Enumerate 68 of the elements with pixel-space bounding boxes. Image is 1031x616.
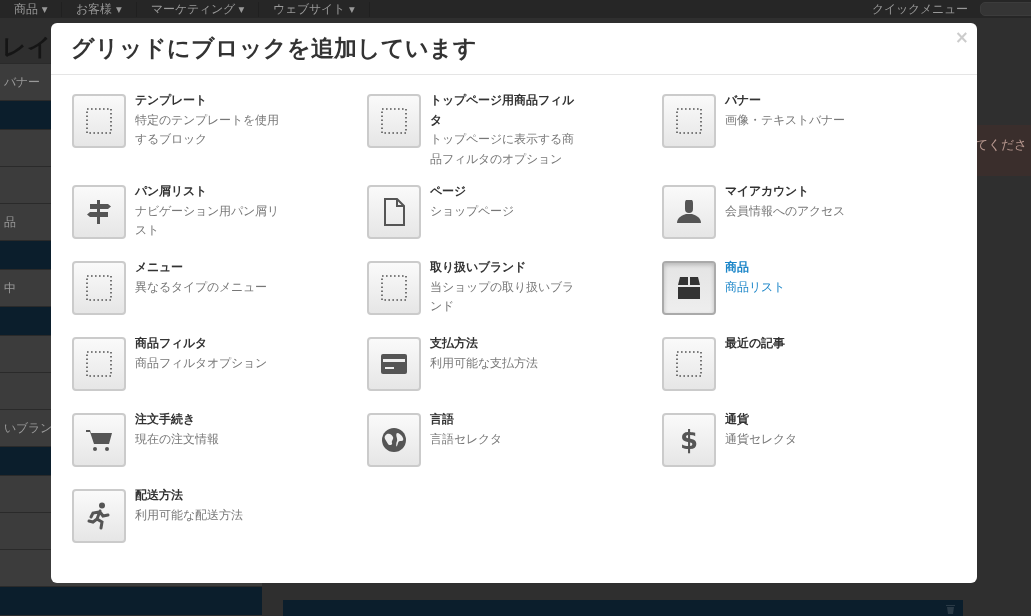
block-description: 異なるタイプのメニュー — [135, 278, 268, 296]
block-title: 支払方法 — [430, 335, 479, 352]
block-description: トップページに表示する商品フィルタのオプション — [430, 131, 575, 168]
block-description: ショップページ — [430, 202, 515, 220]
card-icon — [381, 354, 407, 374]
block-title: トップページ用商品フィルタ — [430, 92, 575, 129]
dotted-square-icon — [86, 275, 112, 301]
nav-menu-item[interactable]: 商品 ▾ — [0, 1, 63, 17]
block-button[interactable] — [72, 489, 126, 543]
block-description: 現在の注文情報 — [135, 430, 220, 448]
trash-icon — [946, 604, 955, 614]
globe-icon — [381, 427, 407, 453]
block-title: テンプレート — [135, 92, 208, 109]
person-icon — [676, 200, 702, 224]
nav-menu-item[interactable]: マーケティング ▾ — [136, 1, 260, 17]
block-title: ページ — [430, 183, 467, 200]
runner-icon — [86, 502, 112, 530]
dotted-square-icon — [676, 351, 702, 377]
cart-icon — [85, 428, 113, 452]
block-button[interactable] — [367, 337, 421, 391]
block-button[interactable]: $ — [662, 413, 716, 467]
block-title: 通貨 — [725, 411, 750, 428]
block-description: 画像・テキストバナー — [725, 111, 846, 129]
block-label: 品 — [4, 213, 16, 231]
dollar-icon: $ — [679, 425, 699, 455]
dotted-square-icon — [86, 351, 112, 377]
block-label: バナー — [4, 73, 40, 91]
block-title: マイアカウント — [725, 183, 810, 200]
block-description: 特定のテンプレートを使用するブロック — [135, 111, 280, 148]
dotted-square-icon — [381, 275, 407, 301]
nav-menu-item[interactable]: ウェブサイト ▾ — [259, 1, 370, 17]
alert-message: てくださ — [975, 125, 1031, 176]
block-label: 中 — [4, 279, 16, 297]
dotted-square-icon — [676, 108, 702, 134]
block-title: 最近の記事 — [725, 335, 786, 352]
block-title: 商品 — [725, 259, 750, 276]
block-description: 言語セレクタ — [430, 430, 503, 448]
dialog-title: グリッドにブロックを追加しています — [71, 34, 477, 63]
block-title: メニュー — [135, 259, 184, 276]
block-description: 会員情報へのアクセス — [725, 202, 846, 220]
nav-menu-item[interactable]: お客様 ▾ — [62, 1, 137, 17]
block-button[interactable] — [662, 261, 716, 315]
block-title: パン屑リスト — [135, 183, 208, 200]
signpost-icon — [86, 199, 112, 225]
page-icon — [383, 198, 405, 226]
block-title: バナー — [725, 92, 762, 109]
block-description: 商品フィルタオプション — [135, 354, 268, 372]
block-title: 配送方法 — [135, 487, 184, 504]
block-title: 注文手続き — [135, 411, 196, 428]
block-description: 利用可能な支払方法 — [430, 354, 539, 372]
block-description: 商品リスト — [725, 278, 786, 296]
box-icon — [677, 276, 701, 300]
dotted-square-icon — [86, 108, 112, 134]
block-title: 商品フィルタ — [135, 335, 208, 352]
block-description: 通貨セレクタ — [725, 430, 798, 448]
dotted-square-icon — [381, 108, 407, 134]
block-title: 取り扱いブランド — [430, 259, 527, 276]
block-button[interactable] — [72, 413, 126, 467]
quick-menu[interactable]: クイックメニュー — [872, 1, 980, 17]
block-button[interactable] — [367, 185, 421, 239]
block-title: 言語 — [430, 411, 455, 428]
block-button[interactable] — [367, 413, 421, 467]
block-description: 当ショップの取り扱いブランド — [430, 278, 575, 315]
block-button[interactable] — [72, 185, 126, 239]
block-description: 利用可能な配送方法 — [135, 506, 244, 524]
block-label: いブラン — [4, 419, 52, 437]
block-button[interactable] — [662, 185, 716, 239]
block-description: ナビゲーション用パン屑リスト — [135, 202, 280, 239]
